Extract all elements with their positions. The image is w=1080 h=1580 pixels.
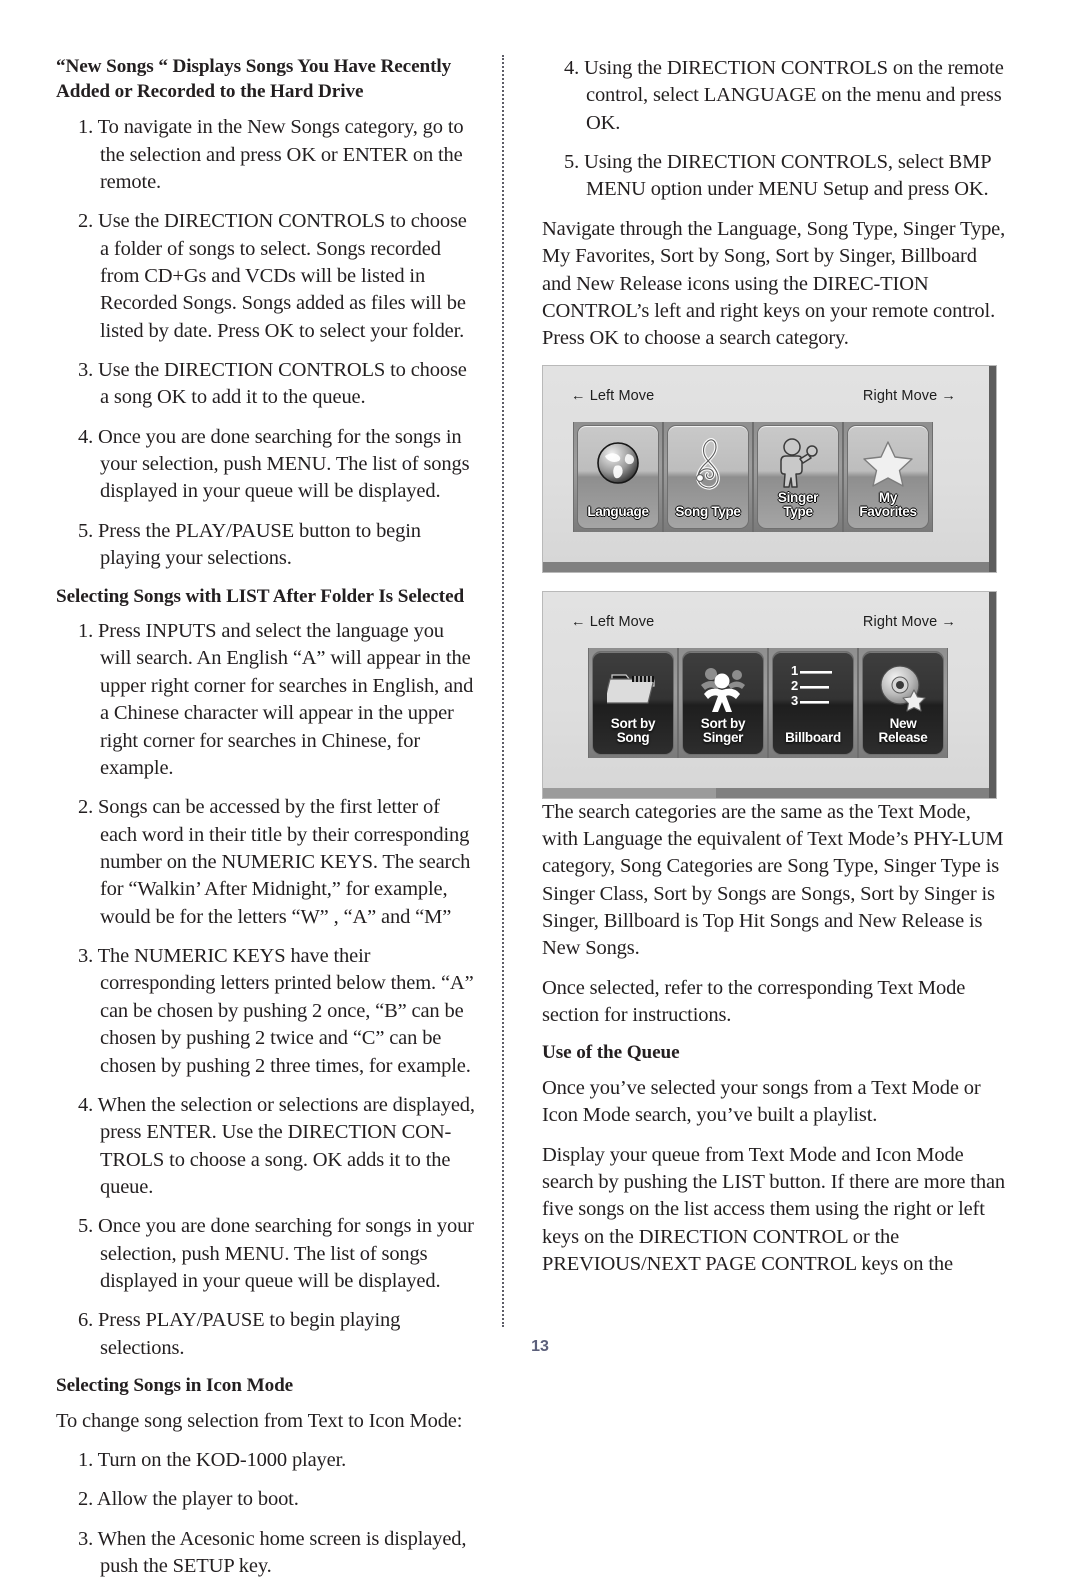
- search-categories-paragraph: The search categories are the same as th…: [542, 800, 1004, 960]
- globe-icon: [578, 432, 658, 494]
- once-selected-paragraph: Once selected, refer to the correspondin…: [542, 976, 966, 1027]
- star-icon: [848, 432, 928, 494]
- tile-billboard[interactable]: 1 2 3 Billboard: [772, 650, 854, 755]
- tile-slot-new-release: New Release: [858, 647, 948, 758]
- tile-song-type[interactable]: Song Type: [667, 424, 749, 529]
- disc-star-icon: [863, 658, 943, 720]
- figure-icon-mode-screen-1: ← Left Move Right Move → Language Song T…: [542, 364, 1006, 573]
- tile-singer-type[interactable]: Singer Type: [757, 424, 839, 529]
- list-step-2: 2. Songs can be accessed by the first le…: [78, 796, 471, 928]
- screen-2-tile-row: Sort by Song Sort by Singer 1 2 3 Billbo…: [588, 647, 948, 758]
- tile-sort-by-singer[interactable]: Sort by Singer: [682, 650, 764, 755]
- tile-sort-by-singer-label: Sort by Singer: [700, 716, 746, 745]
- tile-my-favorites[interactable]: My Favorites: [847, 424, 929, 529]
- left-move-label-1: ← Left Move: [571, 387, 655, 404]
- tile-slot-sort-by-singer: Sort by Singer: [678, 647, 768, 758]
- icon-mode-step-1: 1. Turn on the KOD-1000 player.: [78, 1449, 347, 1472]
- tile-slot-my-favorites: My Favorites: [843, 421, 933, 532]
- icon-mode-step-3: 3. When the Acesonic home screen is disp…: [78, 1527, 467, 1578]
- heading-new-songs: “New Songs “ Displays Songs You Have Rec…: [56, 56, 452, 102]
- tile-new-release[interactable]: New Release: [862, 650, 944, 755]
- continued-step-5: 5. Using the DIRECTION CONTROLS, select …: [564, 151, 991, 201]
- tile-sort-by-song-label: Sort by Song: [610, 716, 656, 745]
- folder-icon: [593, 658, 673, 720]
- column-divider-rule: [502, 55, 504, 1327]
- icon-mode-intro: To change song selection from Text to Ic…: [56, 1409, 463, 1432]
- tile-my-favorites-label: My Favorites: [859, 490, 917, 519]
- tile-language-label: Language: [587, 503, 649, 519]
- screen-capture-2: ← Left Move Right Move → Sort by Song So…: [542, 590, 997, 799]
- screen-capture-1: ← Left Move Right Move → Language Song T…: [542, 364, 997, 573]
- continued-step-4: 4. Using the DIRECTION CONTROLS on the r…: [564, 57, 1004, 134]
- singer-icon: [758, 432, 838, 494]
- new-songs-step-4: 4. Once you are done searching for the s…: [78, 425, 470, 503]
- tile-singer-type-label: Singer Type: [777, 490, 819, 519]
- tile-slot-singer-type: Singer Type: [753, 421, 843, 532]
- right-move-label-1: Right Move →: [862, 387, 956, 404]
- svg-text:2: 2: [791, 678, 798, 693]
- tile-new-release-label: New Release: [878, 716, 928, 745]
- screen-1-tile-row: Language Song Type Singer Type My Favori…: [573, 421, 933, 532]
- person-icon: [683, 658, 763, 720]
- screen-2-nav-hints: ← Left Move Right Move →: [571, 614, 956, 630]
- list-step-5: 5. Once you are done searching for songs…: [78, 1215, 474, 1293]
- tile-slot-language: Language: [573, 421, 663, 532]
- tile-slot-billboard: 1 2 3 Billboard: [768, 647, 858, 758]
- queue-paragraph-2: Display your queue from Text Mode and Ic…: [542, 1143, 1006, 1276]
- tile-language[interactable]: Language: [577, 424, 659, 529]
- document-page: “New Songs “ Displays Songs You Have Rec…: [0, 0, 1080, 1577]
- new-songs-step-1: 1. To navigate in the New Songs category…: [78, 116, 464, 193]
- page-number: 13: [531, 1338, 549, 1355]
- tile-sort-by-song[interactable]: Sort by Song: [592, 650, 674, 755]
- navigate-paragraph: Navigate through the Language, Song Type…: [542, 217, 1006, 350]
- queue-paragraph-1: Once you’ve selected your songs from a T…: [542, 1077, 981, 1127]
- heading-use-of-queue: Use of the Queue: [542, 1042, 680, 1064]
- right-column: 4. Using the DIRECTION CONTROLS on the r…: [528, 55, 1006, 1279]
- new-songs-step-5: 5. Press the PLAY/PAUSE button to begin …: [78, 519, 421, 570]
- new-songs-step-2: 2. Use the DIRECTION CONTROLS to choose …: [78, 210, 467, 342]
- heading-icon-mode: Selecting Songs in Icon Mode: [56, 1375, 294, 1397]
- screen-2-base-bar: [543, 787, 996, 798]
- tile-billboard-label: Billboard: [785, 729, 841, 745]
- right-move-label-2: Right Move →: [862, 613, 956, 630]
- tile-song-type-label: Song Type: [675, 503, 741, 519]
- svg-text:1: 1: [791, 663, 798, 678]
- tile-slot-song-type: Song Type: [663, 421, 753, 532]
- left-move-label-2: ← Left Move: [571, 613, 655, 630]
- list-step-1: 1. Press INPUTS and select the language …: [78, 620, 474, 779]
- tile-slot-sort-by-song: Sort by Song: [588, 647, 678, 758]
- list-step-4: 4. When the selection or selections are …: [78, 1093, 475, 1198]
- svg-text:3: 3: [791, 693, 798, 708]
- new-songs-step-3: 3. Use the DIRECTION CONTROLS to choose …: [78, 359, 467, 409]
- screen-1-base-bar: [543, 561, 996, 572]
- icon-mode-step-2: 2. Allow the player to boot.: [78, 1488, 299, 1511]
- ranked-list-icon: 1 2 3: [773, 656, 853, 714]
- figure-icon-mode-screen-2: ← Left Move Right Move → Sort by Song So…: [542, 590, 1006, 799]
- screen-1-nav-hints: ← Left Move Right Move →: [571, 388, 956, 404]
- heading-list-after-folder: Selecting Songs with LIST After Folder I…: [56, 585, 465, 607]
- list-step-3: 3. The NUMERIC KEYS have their correspon…: [78, 945, 474, 1077]
- treble-clef-icon: [668, 432, 748, 494]
